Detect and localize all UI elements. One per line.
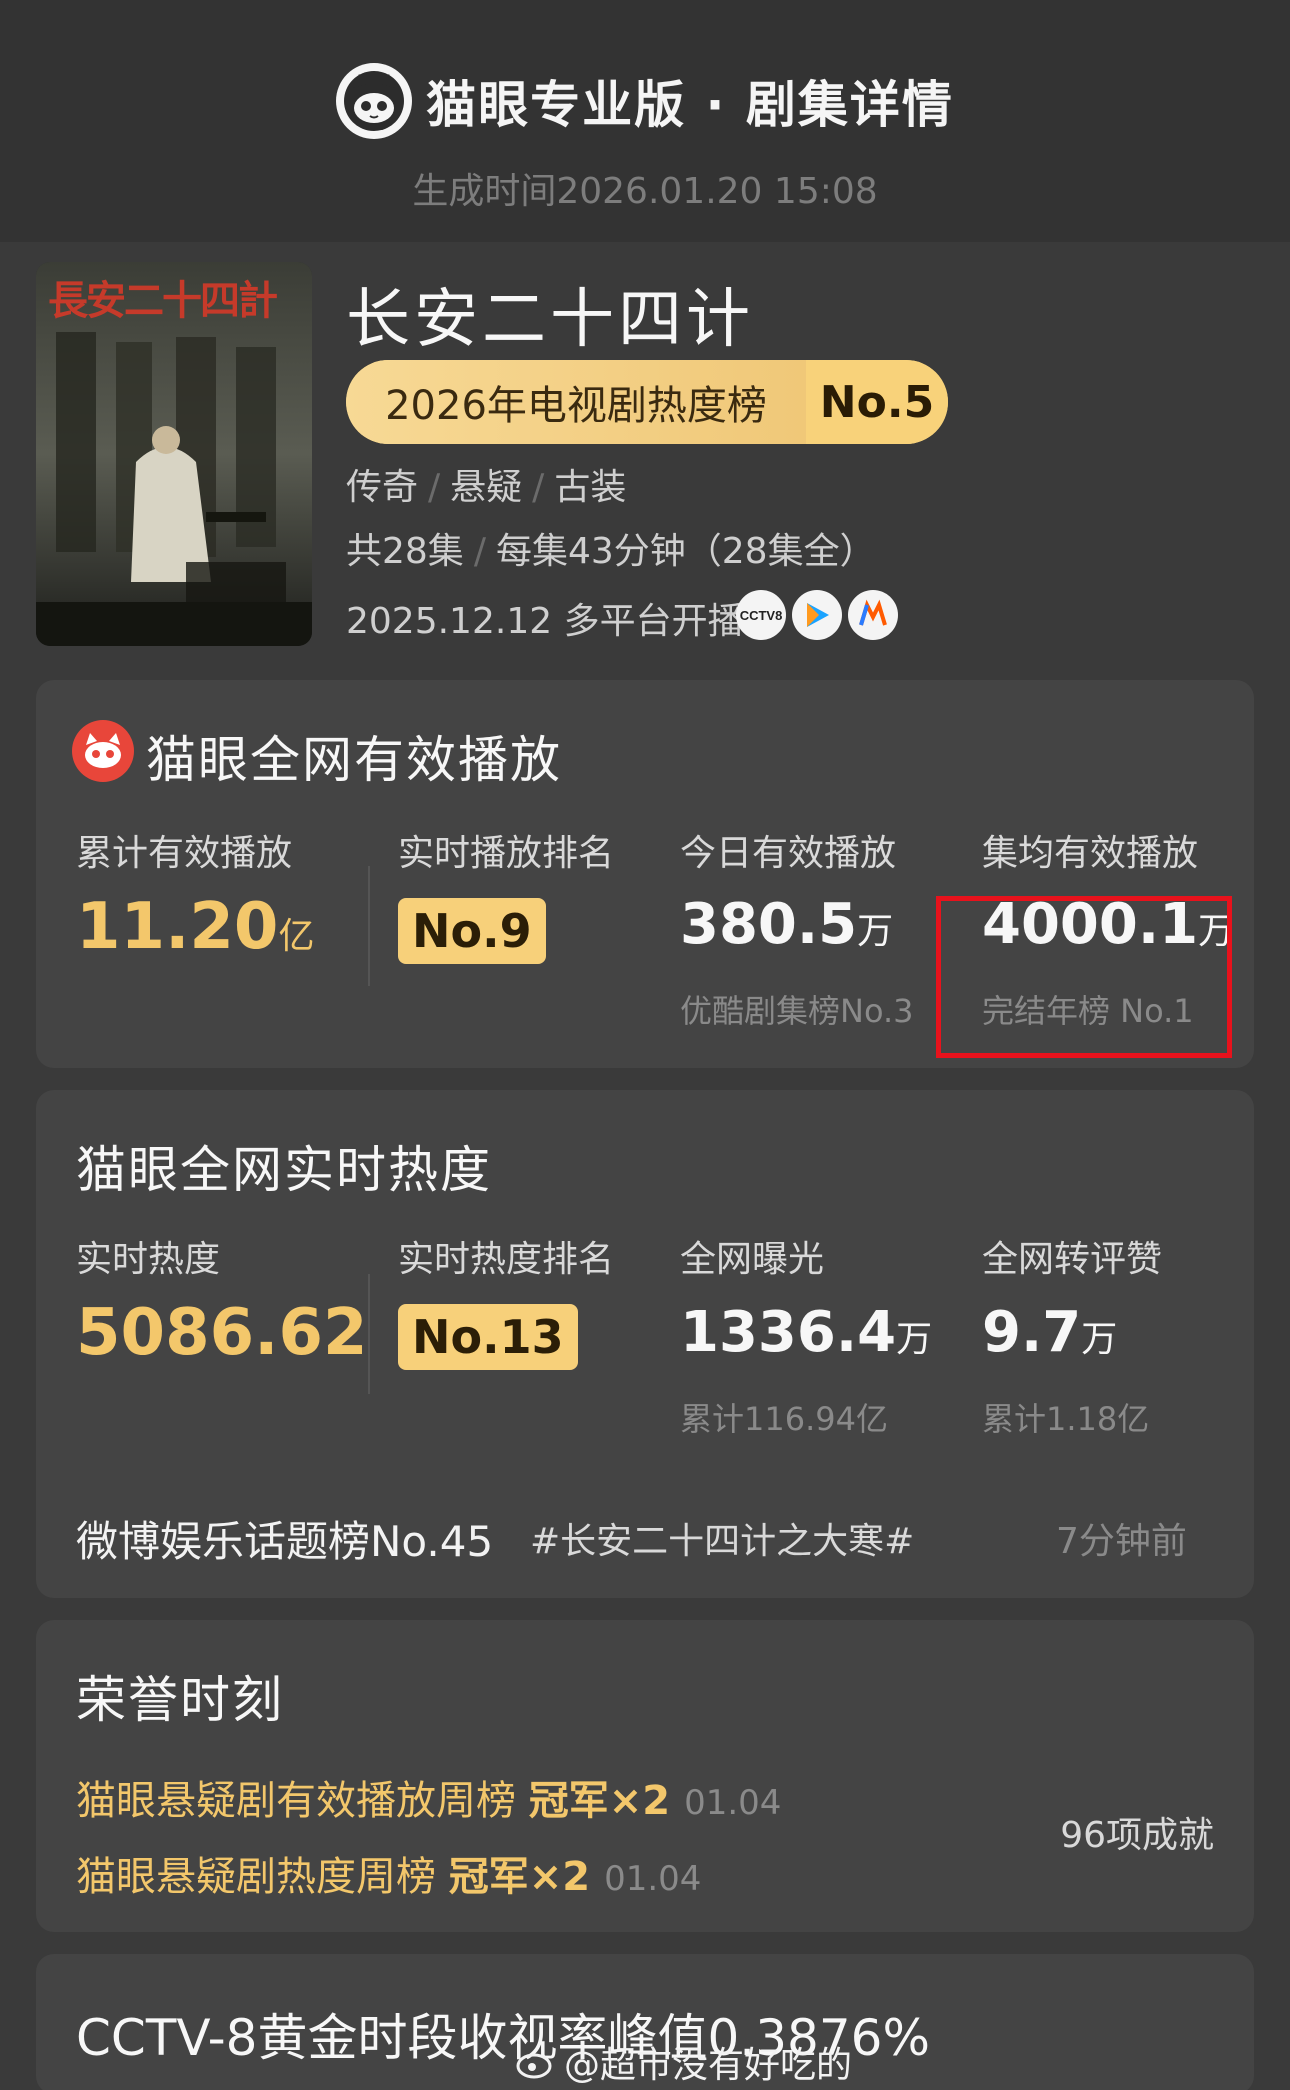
honor-award: 冠军×2	[448, 1854, 591, 1900]
engage-value: 9.7万	[982, 1300, 1117, 1365]
weibo-rank: 微博娱乐话题榜No.45	[76, 1517, 494, 1566]
engage-number: 9.7	[982, 1300, 1082, 1365]
play-rank-badge[interactable]: No.9	[398, 898, 546, 964]
heat-rank-label: 实时热度排名	[398, 1239, 615, 1280]
honor-text: 猫眼悬疑剧热度周榜	[76, 1854, 436, 1900]
platform-icons: CCTV8	[736, 590, 898, 640]
brand-title: 猫眼专业版 · 剧集详情	[426, 76, 954, 134]
achievement-count[interactable]: 96项成就	[1060, 1806, 1214, 1858]
honor-award: 冠军×2	[528, 1778, 671, 1824]
divider	[368, 866, 370, 986]
cctv8-icon[interactable]: CCTV8	[736, 590, 786, 640]
total-play-label: 累计有效播放	[76, 833, 293, 874]
playback-card: 猫眼全网有效播放 累计有效播放 11.20亿 实时播放排名 No.9 今日有效播…	[36, 680, 1254, 1068]
highlight-box	[936, 896, 1232, 1058]
today-play-label: 今日有效播放	[680, 833, 897, 874]
weibo-icon	[516, 2053, 552, 2079]
exposure-sub: 累计116.94亿	[680, 1400, 888, 1438]
exposure-number: 1336.4	[680, 1300, 897, 1365]
engage-sub: 累计1.18亿	[982, 1400, 1150, 1438]
total-play-value: 11.20亿	[76, 890, 314, 964]
honors-card[interactable]: 荣誉时刻 猫眼悬疑剧有效播放周榜 冠军×2 01.04 猫眼悬疑剧热度周榜 冠军×…	[36, 1620, 1254, 1932]
tv-heat-rank-pill[interactable]: 2026年电视剧热度榜 No.5	[346, 360, 948, 444]
rank-pill-value: No.5	[806, 360, 948, 444]
exposure-unit: 万	[896, 1319, 933, 1360]
engage-unit: 万	[1081, 1319, 1118, 1360]
app-header: 猫眼专业版 · 剧集详情 生成时间2026.01.20 15:08	[0, 0, 1290, 242]
engage-label: 全网转评赞	[982, 1239, 1163, 1280]
genre-tags: 传奇 / 悬疑 / 古装	[346, 467, 627, 508]
show-title: 长安二十四计	[346, 283, 754, 357]
heat-value: 5086.62	[76, 1296, 368, 1370]
divider	[368, 1274, 370, 1394]
episode-info: 共28集 / 每集43分钟（28集全）	[346, 531, 876, 572]
premiere-info: 2025.12.12 多平台开播	[346, 601, 744, 642]
maoyan-cat-logo-icon	[336, 63, 413, 139]
rank-pill-label: 2026年电视剧热度榜	[346, 360, 806, 444]
honor-date: 01.04	[684, 1783, 782, 1823]
cctv8-badge-text: CCTV8	[739, 607, 783, 623]
today-play-number: 380.5	[680, 892, 858, 957]
total-play-unit: 亿	[278, 916, 315, 957]
episode-duration: 每集43分钟（28集全）	[495, 531, 876, 572]
weibo-watermark: @超市没有好吃的	[516, 2036, 852, 2088]
weibo-time: 7分钟前	[1056, 1521, 1187, 1562]
avg-play-label: 集均有效播放	[982, 833, 1199, 874]
weibo-topic: #长安二十四计之大寒#	[530, 1521, 915, 1562]
heat-title: 猫眼全网实时热度	[76, 1141, 492, 1199]
today-play-unit: 万	[857, 911, 894, 952]
total-play-number: 11.20	[76, 890, 279, 964]
brand-row: 猫眼专业版 · 剧集详情	[0, 58, 1290, 144]
exposure-value: 1336.4万	[680, 1300, 932, 1365]
honor-item: 猫眼悬疑剧热度周榜 冠军×2 01.04	[76, 1844, 701, 1902]
generated-time: 生成时间2026.01.20 15:08	[412, 171, 878, 212]
genre-tag: 古装	[554, 467, 627, 508]
mgtv-icon[interactable]	[848, 590, 898, 640]
youku-icon[interactable]	[792, 590, 842, 640]
heat-label: 实时热度	[76, 1239, 221, 1280]
honors-title: 荣誉时刻	[76, 1671, 284, 1729]
honor-text: 猫眼悬疑剧有效播放周榜	[76, 1778, 516, 1824]
cat-badge-icon	[72, 720, 134, 782]
play-rank-label: 实时播放排名	[398, 833, 615, 874]
genre-tag: 传奇	[346, 467, 419, 508]
episode-count: 共28集	[346, 531, 464, 572]
heat-rank-badge[interactable]: No.13	[398, 1304, 578, 1370]
today-play-value: 380.5万	[680, 892, 893, 957]
playback-title: 猫眼全网有效播放	[146, 731, 562, 789]
today-play-sub: 优酷剧集榜No.3	[680, 992, 914, 1030]
honor-item: 猫眼悬疑剧有效播放周榜 冠军×2 01.04	[76, 1768, 781, 1826]
poster-title: 長安二十四計	[48, 277, 278, 324]
genre-tag: 悬疑	[450, 467, 523, 508]
show-poster[interactable]: 長安二十四計	[36, 262, 312, 646]
weibo-rank-row[interactable]: 微博娱乐话题榜No.45 #长安二十四计之大寒# 7分钟前	[76, 1508, 1216, 1568]
watermark-text: @超市没有好吃的	[564, 2045, 853, 2086]
heat-card: 猫眼全网实时热度 实时热度 5086.62 实时热度排名 No.13 全网曝光 …	[36, 1090, 1254, 1598]
exposure-label: 全网曝光	[680, 1239, 825, 1280]
honor-date: 01.04	[604, 1859, 702, 1899]
